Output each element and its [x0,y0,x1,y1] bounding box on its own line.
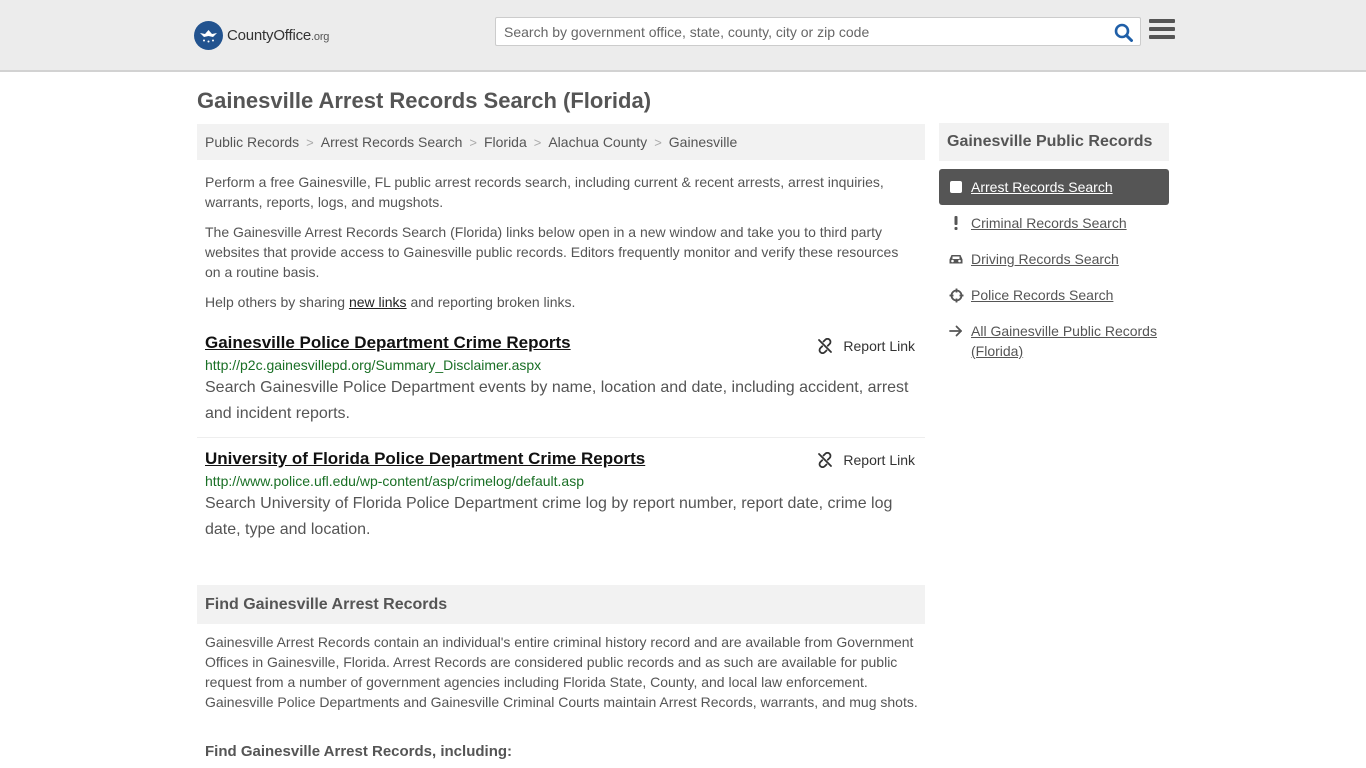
sidebar-item-driving-records[interactable]: Driving Records Search [939,241,1169,277]
hamburger-menu-icon[interactable] [1149,19,1175,43]
breadcrumb-separator: > [533,134,542,150]
search-box [495,17,1141,46]
resource-link-description: Search University of Florida Police Depa… [205,495,893,538]
breadcrumb-separator: > [306,134,314,150]
broken-link-icon [818,452,833,468]
intro-text: Perform a free Gainesville, FL public ar… [197,160,925,312]
breadcrumb-item[interactable]: Florida [484,134,527,150]
resource-link-title[interactable]: University of Florida Police Department … [205,448,645,470]
breadcrumb-item[interactable]: Arrest Records Search [321,134,463,150]
breadcrumb-separator: > [469,134,477,150]
exclamation-icon [947,213,965,233]
sidebar-item-label[interactable]: Police Records Search [971,285,1113,305]
resource-link-url: http://www.police.ufl.edu/wp-content/asp… [205,473,584,489]
search-input[interactable] [496,18,1096,45]
intro-paragraph: The Gainesville Arrest Records Search (F… [205,224,899,280]
breadcrumb-item[interactable]: Public Records [205,134,299,150]
find-records-subheading: Find Gainesville Arrest Records, includi… [205,743,513,760]
sidebar-nav: Arrest Records Search Criminal Records S… [939,169,1169,369]
sidebar-item-all-public-records[interactable]: All Gainesville Public Records (Florida) [939,313,1169,369]
sidebar-item-label[interactable]: All Gainesville Public Records (Florida) [971,321,1161,361]
logo-seal-icon [194,20,223,50]
find-records-heading: Find Gainesville Arrest Records [197,585,925,624]
sidebar-item-arrest-records[interactable]: Arrest Records Search [939,169,1169,205]
sidebar-heading: Gainesville Public Records [939,123,1169,161]
sidebar-item-police-records[interactable]: Police Records Search [939,277,1169,313]
resource-link-url: http://p2c.gainesvillepd.org/Summary_Dis… [205,357,542,373]
breadcrumb-item[interactable]: Alachua County [548,134,647,150]
resource-link-item: University of Florida Police Department … [197,438,925,553]
sidebar: Gainesville Public Records Arrest Record… [939,123,1169,369]
top-header: CountyOffice.org [0,0,1366,72]
report-link-button[interactable]: Report Link [817,338,915,354]
sidebar-item-label[interactable]: Driving Records Search [971,249,1119,269]
broken-link-icon [818,338,833,354]
sidebar-item-label[interactable]: Criminal Records Search [971,213,1127,233]
resource-link-item: Gainesville Police Department Crime Repo… [197,332,925,438]
resource-links-list: Gainesville Police Department Crime Repo… [197,332,925,553]
crosshair-icon [947,285,965,305]
breadcrumb: Public Records > Arrest Records Search >… [197,124,925,160]
resource-link-description: Search Gainesville Police Department eve… [205,379,909,422]
arrow-right-icon [947,321,965,341]
sidebar-item-label[interactable]: Arrest Records Search [971,177,1113,197]
breadcrumb-item[interactable]: Gainesville [669,134,737,150]
report-link-button[interactable]: Report Link [817,452,915,468]
sidebar-item-criminal-records[interactable]: Criminal Records Search [939,205,1169,241]
car-icon [947,249,965,269]
share-paragraph: Help others by sharing new links and rep… [205,294,576,310]
logo-text: CountyOffice.org [227,26,330,44]
page-title: Gainesville Arrest Records Search (Flori… [197,88,652,113]
countyoffice-logo[interactable]: CountyOffice.org [194,20,329,50]
resource-link-title[interactable]: Gainesville Police Department Crime Repo… [205,332,571,354]
breadcrumb-separator: > [654,134,662,150]
main-content: Public Records > Arrest Records Search >… [197,124,925,553]
intro-paragraph: Perform a free Gainesville, FL public ar… [205,174,884,210]
search-icon[interactable] [1112,22,1134,42]
find-records-text: Gainesville Arrest Records contain an in… [205,634,918,710]
square-icon [947,177,965,197]
new-links-link[interactable]: new links [349,294,407,310]
